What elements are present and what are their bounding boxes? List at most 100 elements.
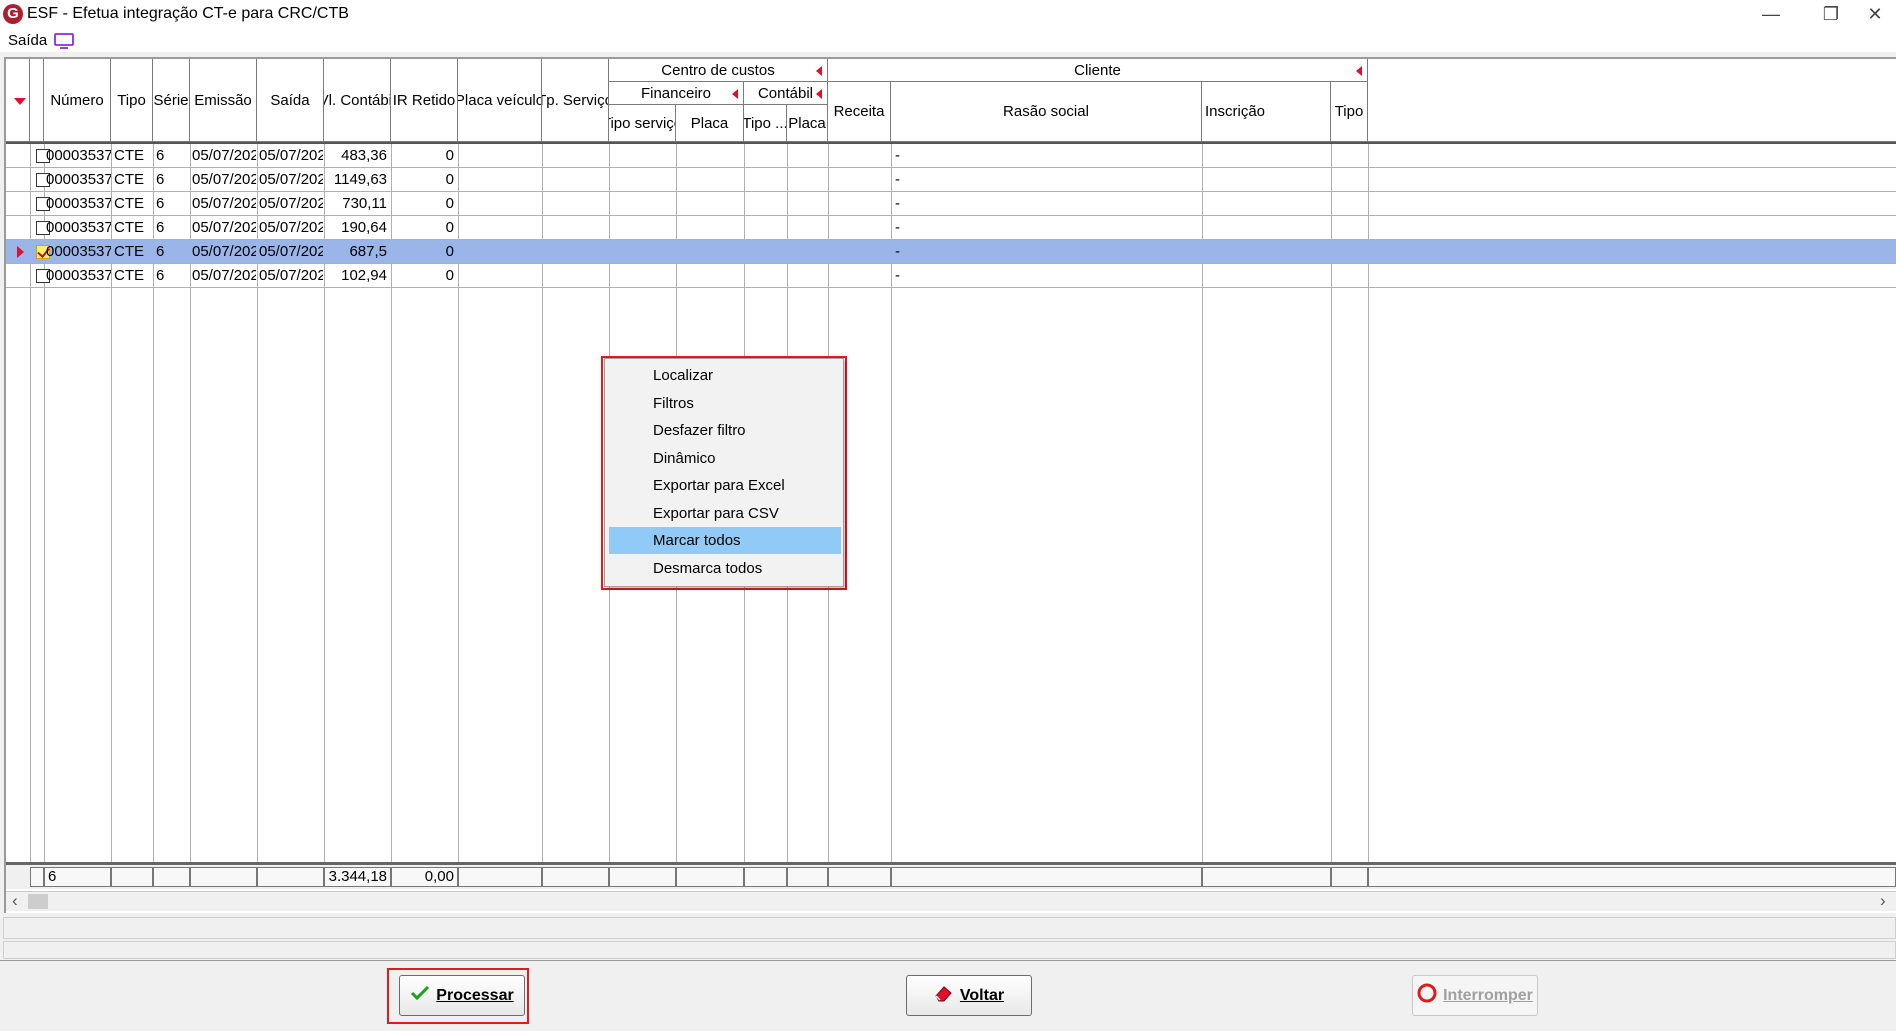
cell-serie: 6 <box>156 195 165 212</box>
cell-saida: 05/07/2023 <box>259 267 323 284</box>
cell-emissao: 05/07/2023 <box>192 219 256 236</box>
cell-serie: 6 <box>156 243 165 260</box>
header-fin-placa[interactable]: Placa <box>676 105 744 142</box>
cell-ir-retido: 0 <box>445 219 454 236</box>
processar-label: Processar <box>436 986 514 1004</box>
cell-serie: 6 <box>156 219 165 236</box>
menu-bar: Saída <box>0 30 1896 52</box>
ctx-item-desmarca-todos[interactable]: Desmarca todos <box>609 555 841 582</box>
header-cli-tipo[interactable]: Tipo <box>1331 82 1368 142</box>
horizontal-scrollbar[interactable]: ‹ › <box>6 891 1896 911</box>
ctx-item-marcar-todos[interactable]: Marcar todos <box>609 527 841 554</box>
header-fin-tipo-servico[interactable]: Tipo serviço <box>609 105 676 142</box>
total-cell <box>30 867 44 887</box>
table-row[interactable]: 0000353788CTE 6 05/07/202305/07/2023 730,11… <box>6 192 1896 216</box>
sort-indicator-icon[interactable] <box>14 98 26 105</box>
cell-tipo: CTE <box>114 219 144 236</box>
cell-emissao: 05/07/2023 <box>192 147 256 164</box>
cell-vl-contabil: 190,64 <box>341 219 387 236</box>
cell-saida: 05/07/2023 <box>259 195 323 212</box>
checkmark-icon <box>410 985 430 1006</box>
total-cell <box>1202 867 1331 887</box>
cell-ir-retido: 0 <box>445 243 454 260</box>
collapse-arrow-icon[interactable] <box>1356 66 1362 76</box>
header-cliente[interactable]: Cliente <box>828 59 1368 82</box>
checkbox-header <box>30 59 44 142</box>
cell-vl-contabil: 102,94 <box>341 267 387 284</box>
header-ir-retido[interactable]: IR Retido <box>391 59 458 142</box>
header-empty <box>1368 59 1896 142</box>
header-receita[interactable]: Receita <box>828 82 891 142</box>
ctx-item-localizar[interactable]: Localizar <box>609 362 841 389</box>
header-cont-tipo[interactable]: Tipo ... <box>744 105 787 142</box>
cell-tipo: CTE <box>114 147 144 164</box>
header-emissao[interactable]: Emissão <box>190 59 257 142</box>
ctx-item-dinamico[interactable]: Dinâmico <box>609 445 841 472</box>
cell-vl-contabil: 730,11 <box>342 195 387 212</box>
header-inscricao[interactable]: Inscrição <box>1202 82 1331 142</box>
voltar-button[interactable]: Voltar <box>906 975 1032 1016</box>
cell-numero: 0000353787 <box>46 171 111 188</box>
cell-rasao-social: - <box>895 219 900 236</box>
context-menu: Localizar Filtros Desfazer filtro Dinâmi… <box>604 358 844 587</box>
header-serie[interactable]: Série <box>153 59 190 142</box>
total-count: 6 <box>44 867 111 887</box>
cell-emissao: 05/07/2023 <box>192 243 256 260</box>
header-numero[interactable]: Número <box>44 59 111 142</box>
cell-emissao: 05/07/2023 <box>192 195 256 212</box>
monitor-icon[interactable] <box>54 33 74 49</box>
current-row-indicator-icon <box>17 246 24 258</box>
close-icon[interactable]: ✕ <box>1850 0 1896 30</box>
interromper-button[interactable]: Interromper <box>1412 975 1538 1016</box>
header-tp-servico[interactable]: Tp. Serviço <box>542 59 609 142</box>
cell-numero: 0000353781 <box>46 267 111 284</box>
header-rasao-social[interactable]: Rasão social <box>891 82 1202 142</box>
total-cell <box>257 867 324 887</box>
cell-serie: 6 <box>156 147 165 164</box>
cell-saida: 05/07/2023 <box>259 171 323 188</box>
button-panel: Processar Voltar Interromper <box>0 960 1896 1031</box>
scroll-thumb[interactable] <box>28 894 48 909</box>
collapse-arrow-icon[interactable] <box>816 89 822 99</box>
restore-icon[interactable]: ❐ <box>1806 0 1856 30</box>
header-centro-de-custos[interactable]: Centro de custos <box>609 59 828 82</box>
header-placa-veiculo[interactable]: Placa veículo <box>458 59 542 142</box>
status-bar-2 <box>3 941 1896 959</box>
scroll-right-icon[interactable]: › <box>1880 892 1886 910</box>
cell-vl-contabil: 687,5 <box>349 243 387 260</box>
header-saida[interactable]: Saída <box>257 59 324 142</box>
ctx-item-exportar-csv[interactable]: Exportar para CSV <box>609 500 841 527</box>
table-row[interactable]: 0000353781CTE 6 05/07/202305/07/2023 102,94… <box>6 264 1896 288</box>
table-row[interactable]: 0000353792CTE 6 05/07/202305/07/2023 190,64… <box>6 216 1896 240</box>
collapse-arrow-icon[interactable] <box>816 66 822 76</box>
app-logo-icon: G <box>3 4 23 24</box>
total-cell <box>828 867 891 887</box>
cell-tipo: CTE <box>114 171 144 188</box>
cell-numero: 0000353792 <box>46 219 111 236</box>
header-vl-contabil[interactable]: Vl. Contábil <box>324 59 391 142</box>
ctx-item-desfazer-filtro[interactable]: Desfazer filtro <box>609 417 841 444</box>
header-tipo[interactable]: Tipo <box>111 59 153 142</box>
cell-rasao-social: - <box>895 171 900 188</box>
cell-ir-retido: 0 <box>445 267 454 284</box>
header-financeiro[interactable]: Financeiro <box>609 82 744 105</box>
table-row[interactable]: 0000353789CTE 6 05/07/202305/07/2023 483,36… <box>6 144 1896 168</box>
menu-item-saida[interactable]: Saída <box>8 32 47 49</box>
ctx-item-exportar-excel[interactable]: Exportar para Excel <box>609 472 841 499</box>
header-cont-placa[interactable]: Placa <box>787 105 828 142</box>
interromper-label: Interromper <box>1443 986 1533 1004</box>
cell-numero: 0000353788 <box>46 195 111 212</box>
total-cell <box>1331 867 1368 887</box>
collapse-arrow-icon[interactable] <box>732 89 738 99</box>
scroll-left-icon[interactable]: ‹ <box>12 892 18 910</box>
table-row[interactable]: 0000353778CTE 6 05/07/202305/07/2023 687,5 0… <box>6 240 1896 264</box>
total-cell <box>542 867 609 887</box>
ctx-item-filtros[interactable]: Filtros <box>609 390 841 417</box>
cell-ir-retido: 0 <box>445 195 454 212</box>
cell-tipo: CTE <box>114 195 144 212</box>
total-ir-retido: 0,00 <box>391 867 458 887</box>
processar-button[interactable]: Processar <box>399 975 525 1016</box>
minimize-icon[interactable]: — <box>1746 0 1796 30</box>
table-row[interactable]: 0000353787CTE 6 05/07/202305/07/2023 1149,6… <box>6 168 1896 192</box>
cell-saida: 05/07/2023 <box>259 219 323 236</box>
